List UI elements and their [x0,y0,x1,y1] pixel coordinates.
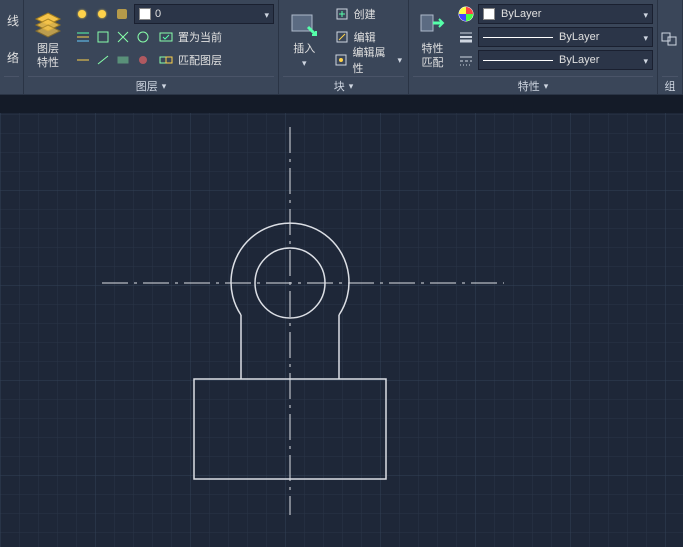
lineweight-sample [483,37,553,38]
edit-block-label: 编辑 [354,29,376,45]
lock-icon [114,6,130,22]
color-wheel-icon[interactable] [458,6,474,22]
match-layer-button[interactable]: 匹配图层 [156,50,224,70]
panel-properties: 特性 匹配 ByLayer [409,0,658,94]
chevron-down-icon [349,80,354,92]
match-layer-label: 匹配图层 [178,52,222,68]
color-value: ByLayer [501,8,637,20]
freeze-icon [94,6,110,22]
chevron-down-icon [643,7,648,21]
ribbon: 线 络 图层 特性 [0,0,683,95]
insert-block-button[interactable]: 插入 ▾ [283,2,326,76]
match-props-label2: 匹配 [422,57,444,69]
create-block-icon [334,6,350,22]
lineweight-dropdown[interactable]: ByLayer [478,27,653,47]
layer-tool-grid [74,28,152,46]
panel-lines: 线 络 [0,0,24,94]
label-line: 线 [4,12,22,29]
chevron-down-icon: ▾ [302,58,307,69]
panel-layers-title[interactable]: 图层 [28,76,274,94]
insert-label: 插入 [293,43,315,55]
drawing-viewport[interactable] [0,95,683,547]
layer-properties-label2: 特性 [37,57,59,69]
lineweight-value: ByLayer [559,31,637,43]
make-current-button[interactable]: 置为当前 [156,27,224,47]
linetype-icon[interactable] [458,52,474,68]
chevron-down-icon [162,80,167,92]
layer-tool-7[interactable] [114,51,132,69]
linetype-sample [483,60,553,61]
linetype-dropdown[interactable]: ByLayer [478,50,653,70]
drawing-canvas [0,95,683,547]
match-props-label1: 特性 [422,43,444,55]
panel-block: 插入 ▾ 创建 编辑 编辑属性 块 [279,0,409,94]
insert-icon [288,9,320,41]
lineweight-icon[interactable] [458,29,474,45]
edit-block-icon [334,29,350,45]
create-block-button[interactable]: 创建 [332,4,404,24]
edit-attr-icon [334,52,349,68]
group-icon[interactable] [660,29,680,49]
chevron-down-icon [397,54,402,66]
layer-properties-label1: 图层 [37,43,59,55]
chevron-down-icon [264,7,269,21]
layer-color-swatch [139,8,151,20]
panel-group-title: 组 [662,76,678,94]
create-block-label: 创建 [354,6,376,22]
layer-tool-5[interactable] [74,51,92,69]
match-props-button[interactable]: 特性 匹配 [413,2,452,76]
panel-layers: 图层 特性 0 [24,0,279,94]
layer-tool-6[interactable] [94,51,112,69]
sun-icon [74,6,90,22]
chevron-down-icon [643,53,648,67]
make-current-label: 置为当前 [178,29,222,45]
layer-tool-4[interactable] [134,28,152,46]
make-current-icon [158,29,174,45]
layer-tool-1[interactable] [74,28,92,46]
layer-dropdown[interactable]: 0 [134,4,274,24]
panel-lines-title [4,76,19,94]
label-net: 络 [4,49,22,66]
panel-block-title[interactable]: 块 [283,76,404,94]
layer-tool-grid2 [74,51,152,69]
edit-attr-button[interactable]: 编辑属性 [332,50,404,70]
linetype-value: ByLayer [559,54,637,66]
match-props-icon [417,9,449,41]
chevron-down-icon [643,30,648,44]
chevron-down-icon [544,80,549,92]
layers-icon [32,9,64,41]
layer-name: 0 [155,8,260,20]
panel-properties-title[interactable]: 特性 [413,76,653,94]
layer-properties-button[interactable]: 图层 特性 [28,2,68,76]
edit-attr-label: 编辑属性 [352,44,393,76]
layer-tool-8[interactable] [134,51,152,69]
color-dropdown[interactable]: ByLayer [478,4,653,24]
layer-tool-3[interactable] [114,28,132,46]
match-layer-icon [158,52,174,68]
color-swatch [483,8,495,20]
panel-group: 组 [658,0,683,94]
layer-tool-2[interactable] [94,28,112,46]
